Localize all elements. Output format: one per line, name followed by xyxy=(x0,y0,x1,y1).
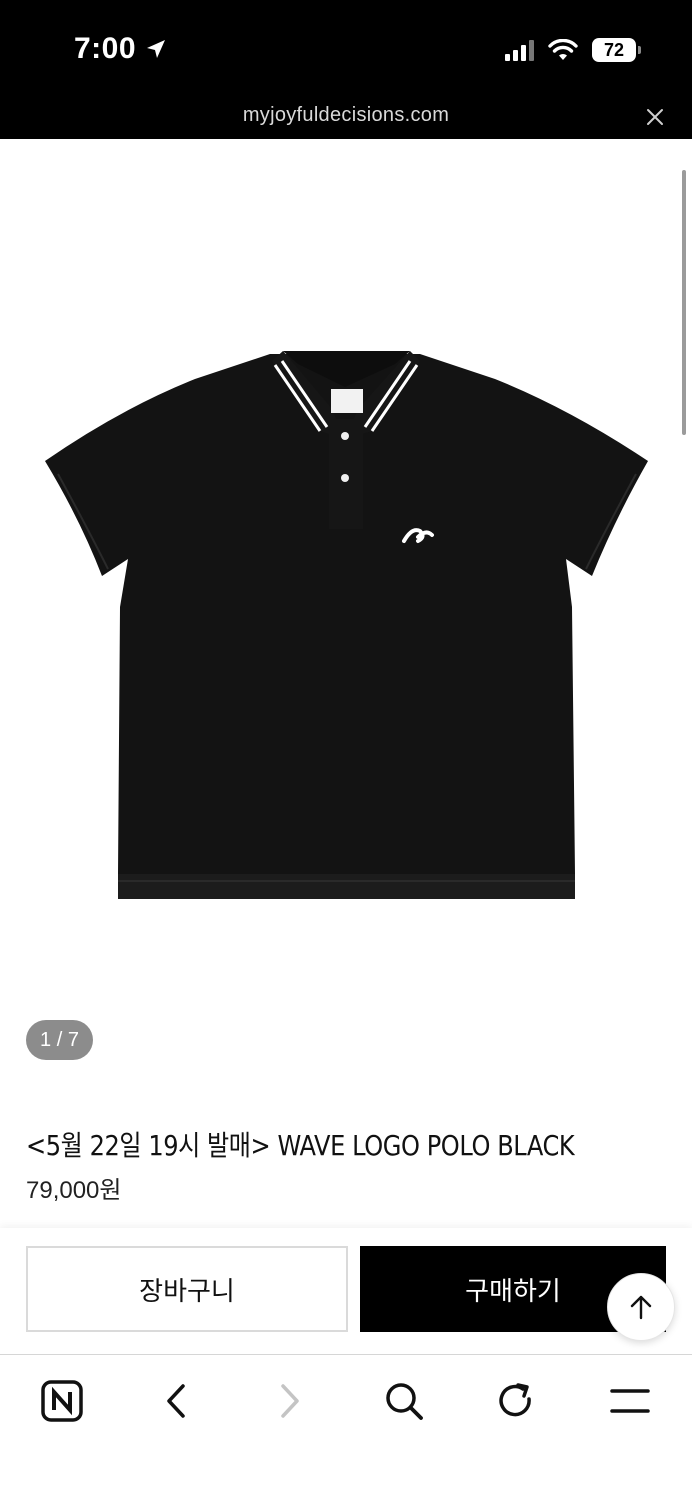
reload-button[interactable] xyxy=(494,1379,538,1423)
battery-indicator: 72 xyxy=(592,38,641,62)
product-title: <5월 22일 19시 발매> WAVE LOGO POLO BLACK xyxy=(26,1129,575,1162)
back-icon xyxy=(167,1384,185,1418)
scroll-to-top-button[interactable] xyxy=(607,1273,675,1341)
shirt-button xyxy=(341,432,349,440)
close-icon[interactable] xyxy=(646,108,664,126)
neck-label xyxy=(331,389,363,413)
time-text: 7:00 xyxy=(74,32,137,65)
forward-icon xyxy=(281,1384,299,1418)
search-button[interactable] xyxy=(382,1379,426,1423)
back-button[interactable] xyxy=(154,1379,198,1423)
browser-toolbar xyxy=(0,1354,692,1501)
top-header: 7:00 72 myjoyfuldecisions.com xyxy=(0,0,692,139)
polo-shirt-image xyxy=(45,351,648,899)
battery-level: 72 xyxy=(603,39,625,60)
status-indicators: 72 xyxy=(505,38,641,62)
image-counter: 1 / 7 xyxy=(26,1020,93,1060)
wifi-icon xyxy=(548,39,578,60)
product-image[interactable] xyxy=(0,139,692,1039)
purchase-bar: 장바구니 구매하기 xyxy=(0,1228,692,1354)
status-time: 7:00 xyxy=(74,32,168,66)
search-icon xyxy=(386,1383,423,1420)
location-arrow-icon xyxy=(147,40,166,58)
add-to-cart-button[interactable]: 장바구니 xyxy=(26,1246,348,1332)
cellular-signal-icon xyxy=(505,39,534,61)
menu-button[interactable] xyxy=(608,1379,652,1423)
naver-home-icon xyxy=(41,1380,83,1422)
menu-icon xyxy=(610,1389,650,1413)
naver-home-button[interactable] xyxy=(40,1379,84,1423)
shirt-button xyxy=(341,474,349,482)
arrow-up-icon xyxy=(630,1295,652,1320)
reload-icon xyxy=(499,1383,531,1417)
forward-button[interactable] xyxy=(268,1379,312,1423)
url-text[interactable]: myjoyfuldecisions.com xyxy=(0,104,692,127)
product-price: 79,000원 xyxy=(26,1177,122,1204)
